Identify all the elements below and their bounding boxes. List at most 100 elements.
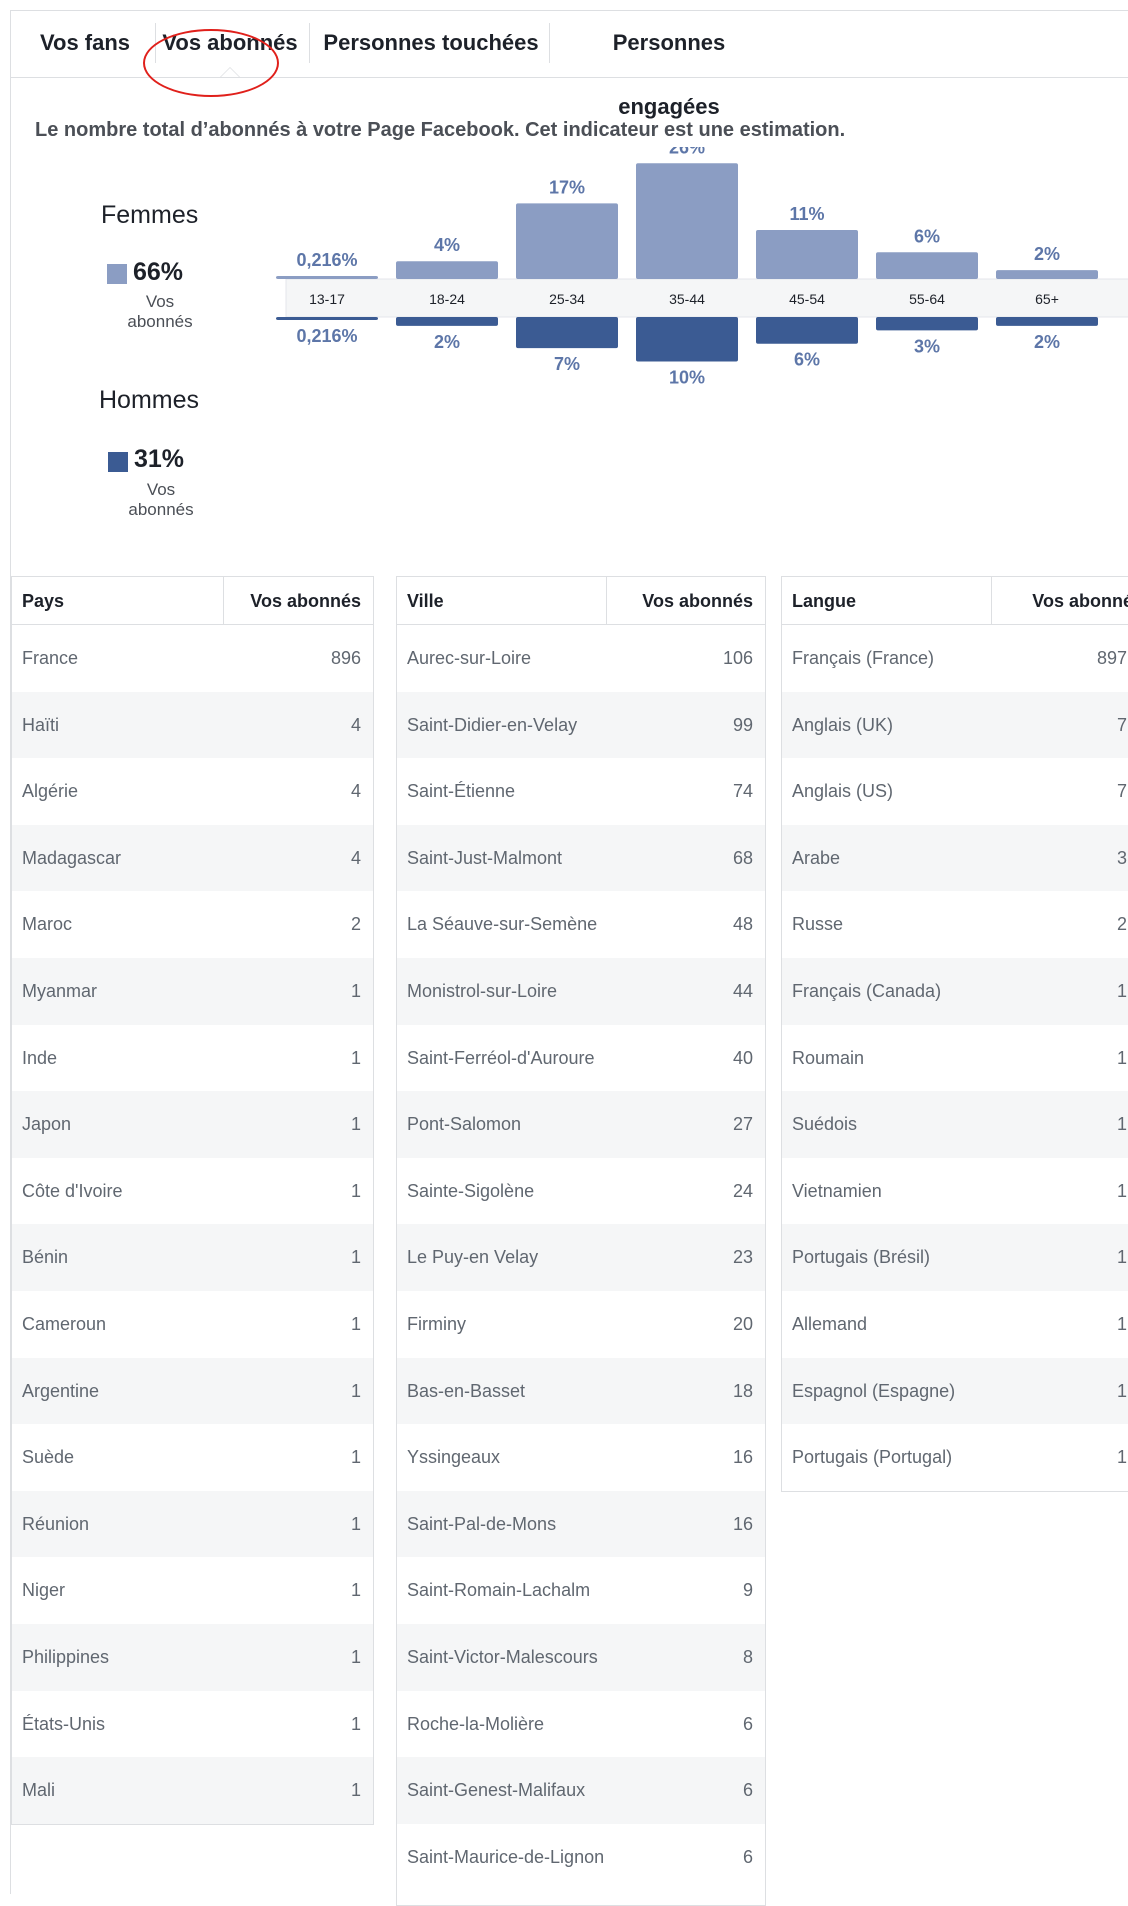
city-count-cell: 106: [722, 648, 753, 668]
page-description: Le nombre total d’abonnés à votre Page F…: [35, 119, 846, 141]
country-count-cell: 4: [350, 847, 361, 868]
legend-men-sub2: abonnés: [128, 500, 194, 519]
city-name-cell: Saint-Ferréol-d'Auroure: [407, 1047, 595, 1068]
city-name-cell: Saint-Didier-en-Velay: [407, 714, 578, 735]
language-name-cell: Anglais (UK): [792, 714, 894, 735]
men-bar: [756, 317, 858, 344]
table-row: Saint-Victor-Malescours 8: [397, 1623, 765, 1691]
city-name-cell: Saint-Genest-Malifaux: [407, 1780, 586, 1801]
language-name-cell: Portugais (Portugal): [792, 1447, 953, 1468]
language-table: Langue Vos abonnés Français (France) 897 A…: [781, 576, 1128, 1492]
city-table-body: Aurec-sur-Loire 106 Saint-Didier-en-Velay 9…: [397, 625, 765, 1890]
legend-women-sub2: abonnés: [127, 312, 193, 331]
country-name-cell: Philippines: [22, 1646, 110, 1667]
language-name-cell: Roumain: [792, 1047, 865, 1068]
table-row: Firminy 20: [397, 1291, 765, 1358]
legend-women-percent: 66%: [133, 258, 184, 286]
tab-personnes-engagees[interactable]: Personnes engagées: [559, 11, 779, 119]
table-row: Saint-Étienne 74: [397, 758, 765, 825]
country-count-cell: 1: [350, 1580, 361, 1601]
country-count-cell: 1: [350, 1646, 361, 1667]
men-data-label: 0,216%: [296, 326, 357, 346]
city-count-cell: 27: [732, 1114, 753, 1135]
country-count-cell: 1: [350, 1313, 361, 1334]
legend-women-swatch: [107, 264, 127, 284]
language-name-cell: Anglais (US): [792, 781, 894, 802]
table-row: Myanmar 1: [12, 957, 373, 1025]
women-bar: [396, 261, 498, 279]
country-name-cell: Myanmar: [22, 980, 98, 1001]
table-row: Argentine 1: [12, 1357, 373, 1425]
country-name-cell: Bénin: [22, 1247, 69, 1268]
table-row: Roumain 1: [782, 1025, 1128, 1092]
table-row: Japon 1: [12, 1091, 373, 1158]
city-count-cell: 40: [732, 1047, 753, 1068]
table-row: Monistrol-sur-Loire 44: [397, 957, 765, 1025]
country-name-cell: Mali: [22, 1780, 56, 1801]
header-divider: [991, 577, 992, 624]
age-axis-band: [285, 278, 1128, 318]
city-name-cell: Saint-Romain-Lachalm: [407, 1580, 591, 1601]
city-col-header[interactable]: Ville: [407, 591, 444, 612]
city-name-cell: Aurec-sur-Loire: [407, 648, 532, 668]
country-count-cell: 4: [350, 781, 361, 802]
country-name-cell: Haïti: [22, 714, 60, 735]
tab-divider: [309, 23, 310, 63]
table-row: Espagnol (Espagne) 1: [782, 1357, 1128, 1425]
legend-women-title: Femmes: [101, 201, 199, 229]
country-count-cell: 1: [350, 1180, 361, 1201]
age-tick-label: 25-34: [549, 291, 585, 307]
country-followers-col-header[interactable]: Vos abonnés: [250, 591, 361, 612]
table-row: Mali 1: [12, 1757, 373, 1824]
city-name-cell: Saint-Victor-Malescours: [407, 1646, 598, 1667]
city-count-cell: 48: [732, 914, 753, 935]
table-row: Aurec-sur-Loire 106: [397, 625, 765, 692]
table-row: Russe 2: [782, 891, 1128, 958]
city-count-cell: 6: [742, 1780, 753, 1801]
language-count-cell: 1: [1116, 1447, 1127, 1468]
country-name-cell: Inde: [22, 1047, 58, 1068]
legend-men-sub1: Vos: [146, 480, 176, 499]
table-row: Vietnamien 1: [782, 1158, 1128, 1225]
table-row: Suédois 1: [782, 1091, 1128, 1158]
city-followers-col-header[interactable]: Vos abonnés: [642, 591, 753, 612]
city-count-cell: 74: [732, 781, 753, 802]
country-count-cell: 1: [350, 1114, 361, 1135]
country-name-cell: Madagascar: [22, 847, 122, 868]
country-name-cell: Cameroun: [22, 1313, 107, 1334]
tab-vos-fans[interactable]: Vos fans: [25, 11, 145, 77]
table-row: Saint-Genest-Malifaux 6: [397, 1757, 765, 1824]
country-name-cell: Réunion: [22, 1513, 90, 1534]
table-row: Allemand 1: [782, 1291, 1128, 1358]
table-row: Portugais (Brésil) 1: [782, 1224, 1128, 1291]
language-name-cell: Allemand: [792, 1313, 868, 1334]
men-bar: [276, 317, 378, 320]
table-row: Saint-Romain-Lachalm 9: [397, 1557, 765, 1624]
men-bar: [996, 317, 1098, 326]
language-name-cell: Portugais (Brésil): [792, 1247, 931, 1268]
city-name-cell: La Séauve-sur-Semène: [407, 914, 598, 935]
city-count-cell: 18: [732, 1380, 753, 1401]
language-col-header[interactable]: Langue: [792, 591, 856, 612]
city-name-cell: Le Puy-en Velay: [407, 1247, 539, 1268]
table-row: Portugais (Portugal) 1: [782, 1424, 1128, 1491]
women-bar: [516, 203, 618, 279]
country-col-header[interactable]: Pays: [22, 591, 64, 612]
language-name-cell: Russe: [792, 914, 844, 935]
city-count-cell: 16: [732, 1447, 753, 1468]
city-name-cell: Pont-Salomon: [407, 1114, 522, 1135]
table-row: Haïti 4: [12, 691, 373, 759]
language-count-cell: 1: [1116, 980, 1127, 1001]
legend-men-percent: 31%: [134, 445, 185, 473]
language-followers-col-header[interactable]: Vos abonnés: [1032, 591, 1128, 612]
table-row: Philippines 1: [12, 1623, 373, 1691]
city-count-cell: 68: [732, 847, 753, 868]
age-tick-label: 35-44: [669, 291, 705, 307]
country-count-cell: 4: [350, 714, 361, 735]
country-count-cell: 896: [330, 648, 361, 668]
table-row: Saint-Didier-en-Velay 99: [397, 691, 765, 759]
table-row: Anglais (UK) 7: [782, 691, 1128, 759]
table-row: Roche-la-Molière 6: [397, 1691, 765, 1758]
tab-personnes-touchees[interactable]: Personnes touchées: [321, 11, 541, 77]
country-name-cell: Argentine: [22, 1380, 100, 1401]
